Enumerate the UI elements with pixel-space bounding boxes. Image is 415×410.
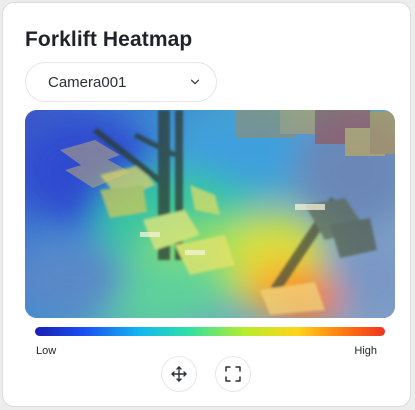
fullscreen-icon [225,366,241,382]
pan-button[interactable] [161,356,197,392]
fullscreen-button[interactable] [215,356,251,392]
heat-legend-gradient [35,327,385,336]
legend-low-label: Low [36,345,57,357]
card-title: Forklift Heatmap [25,28,193,51]
heatmap-card: Forklift Heatmap Camera001 Low High [2,2,411,407]
legend-high-label: High [354,345,377,357]
camera-select-value: Camera001 [48,74,127,91]
heatmap-video-view[interactable] [25,110,395,318]
heatmap-overlay-image [25,110,395,318]
chevron-down-icon [190,79,200,85]
camera-select[interactable]: Camera001 [25,62,217,102]
move-arrows-icon [171,366,187,382]
